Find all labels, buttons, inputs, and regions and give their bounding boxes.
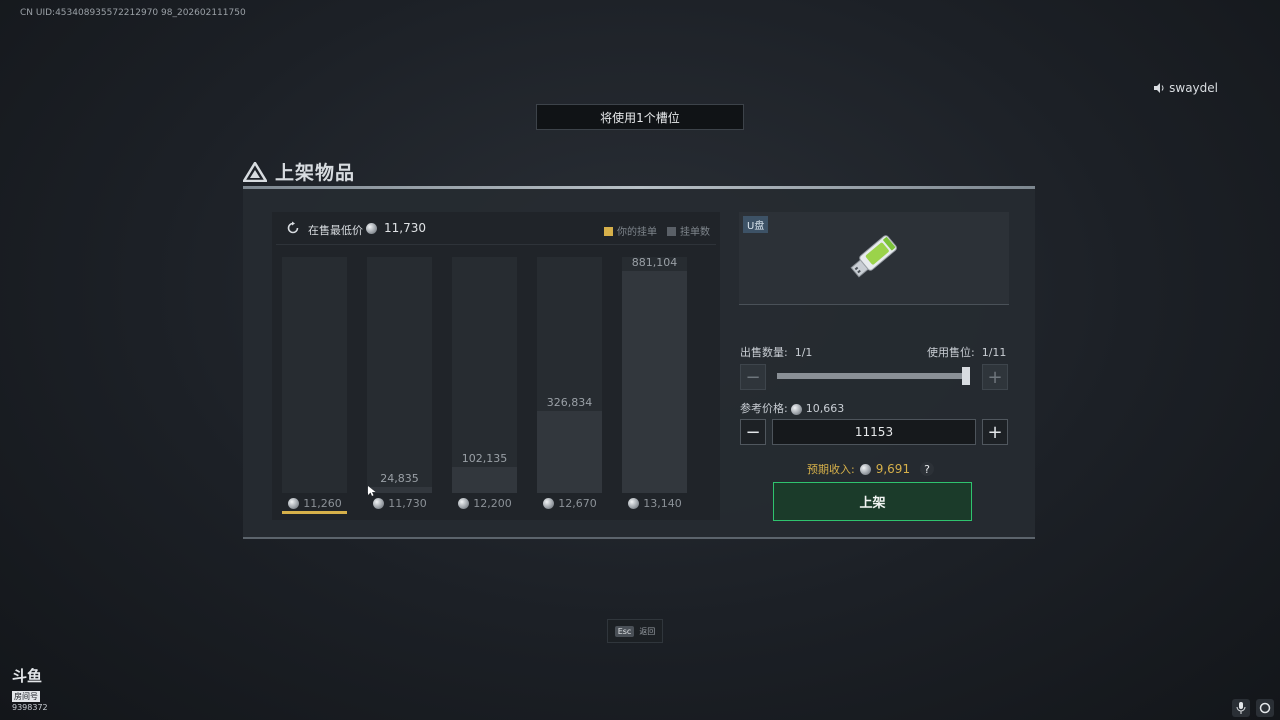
ref-price-value: 10,663: [805, 402, 845, 415]
bar-column: 881,104: [622, 256, 687, 493]
title-text: 上架物品: [275, 162, 356, 184]
price-tick-text: 11,260: [303, 497, 342, 510]
help-icon[interactable]: ?: [920, 462, 935, 476]
bar: [622, 271, 687, 493]
speaker-icon: [1154, 83, 1164, 93]
uid-label: CN UID:453408935572212970 98_20260211175…: [20, 8, 246, 18]
watermark-room: 9398372: [12, 703, 48, 712]
qty-slider-track[interactable]: [777, 373, 967, 379]
coin-icon: [373, 498, 385, 509]
coin-icon: [458, 498, 470, 509]
bar-value-label: 881,104: [631, 256, 678, 269]
bar-column: 24,835: [367, 257, 432, 493]
watermark-sub: 房间号: [12, 691, 40, 702]
refresh-icon[interactable]: [286, 221, 300, 235]
price-tick-text: 12,670: [558, 497, 597, 510]
back-label: 返回: [639, 626, 656, 636]
sell-qty: 出售数量: 1/1: [740, 344, 812, 360]
coin-icon: [288, 498, 300, 509]
bar: [537, 411, 602, 493]
slot-banner: 将使用1个槽位: [536, 104, 744, 130]
expected-income: 预期收入: 9,691 ?: [807, 461, 935, 477]
sell-qty-value: 1/1: [794, 346, 813, 359]
ref-price: 参考价格: 10,663: [740, 400, 844, 416]
back-button[interactable]: Esc 返回: [607, 619, 663, 643]
price-tick-label: 12,200: [445, 497, 525, 510]
bar-background: [282, 257, 347, 493]
qty-minus-button[interactable]: −: [740, 364, 766, 390]
income-label: 预期收入:: [807, 463, 855, 476]
bar: [367, 487, 432, 493]
lowest-price-label: 在售最低价: [308, 224, 363, 237]
price-tick-text: 11,730: [388, 497, 427, 510]
esc-key: Esc: [614, 625, 635, 637]
legend-count: 挂单数: [667, 223, 710, 238]
chat-icon[interactable]: [1256, 699, 1274, 717]
page-title: 上架物品: [243, 158, 355, 185]
legend-grey-swatch: [667, 227, 676, 236]
price-tick-text: 13,140: [643, 497, 682, 510]
bar-column: 102,135: [452, 257, 517, 493]
list-item-button[interactable]: 上架: [773, 482, 972, 521]
ref-price-label: 参考价格:: [740, 402, 788, 415]
coin-icon: [791, 403, 803, 415]
bar: [452, 467, 517, 493]
watermark-logo: 斗鱼: [12, 667, 43, 685]
warning-triangle-icon: [243, 161, 267, 182]
price-minus-button[interactable]: −: [740, 419, 766, 445]
sell-qty-label: 出售数量:: [740, 346, 788, 359]
price-chart: 在售最低价 11,730 你的挂单 挂单数 11,260 24,835 11,730…: [272, 212, 720, 520]
username: swaydel: [1169, 81, 1218, 95]
price-tick-label: 12,670: [530, 497, 610, 510]
income-value: 9,691: [875, 462, 911, 476]
price-tick-label: 11,260: [275, 497, 355, 510]
listing-panel: 在售最低价 11,730 你的挂单 挂单数 11,260 24,835 11,730…: [243, 189, 1035, 539]
item-preview: U盘: [739, 212, 1009, 305]
bar-column: [282, 257, 347, 493]
bar-value-label: 102,135: [461, 452, 508, 465]
price-tick-label: 13,140: [615, 497, 695, 510]
qty-slider-thumb[interactable]: [962, 367, 970, 385]
legend-gold-swatch: [604, 227, 613, 236]
bar-value-label: 24,835: [380, 472, 419, 485]
price-plus-button[interactable]: +: [982, 419, 1008, 445]
voice-user: swaydel: [1154, 81, 1218, 95]
microphone-icon[interactable]: [1232, 699, 1250, 717]
chart-header: 在售最低价 11,730 你的挂单 挂单数: [276, 212, 716, 245]
chart-legend: 你的挂单 挂单数: [604, 223, 710, 238]
legend-mine: 你的挂单: [604, 223, 657, 238]
slot-usage: 使用售位: 1/11: [927, 344, 1006, 360]
legend-mine-label: 你的挂单: [617, 227, 657, 238]
bar-background: [367, 257, 432, 493]
item-tag: U盘: [743, 216, 769, 233]
slot-usage-value: 1/11: [981, 346, 1007, 359]
price-tick-text: 12,200: [473, 497, 512, 510]
coin-icon: [366, 223, 377, 234]
lowest-price-value: 11,730: [384, 221, 426, 235]
mouse-cursor-icon: [368, 486, 376, 496]
my-listing-marker: [282, 511, 347, 514]
usb-drive-icon: [850, 235, 897, 278]
coin-icon: [543, 498, 555, 509]
coin-icon: [628, 498, 640, 509]
qty-plus-button[interactable]: +: [982, 364, 1008, 390]
price-tick-label: 11,730: [360, 497, 440, 510]
slot-usage-label: 使用售位:: [927, 346, 975, 359]
bar-value-label: 326,834: [546, 396, 593, 409]
coin-icon: [859, 463, 871, 475]
bar-column: 326,834: [537, 257, 602, 493]
stream-watermark: 斗鱼 房间号 9398372: [12, 668, 50, 712]
legend-count-label: 挂单数: [680, 227, 710, 238]
price-input[interactable]: 11153: [772, 419, 976, 445]
